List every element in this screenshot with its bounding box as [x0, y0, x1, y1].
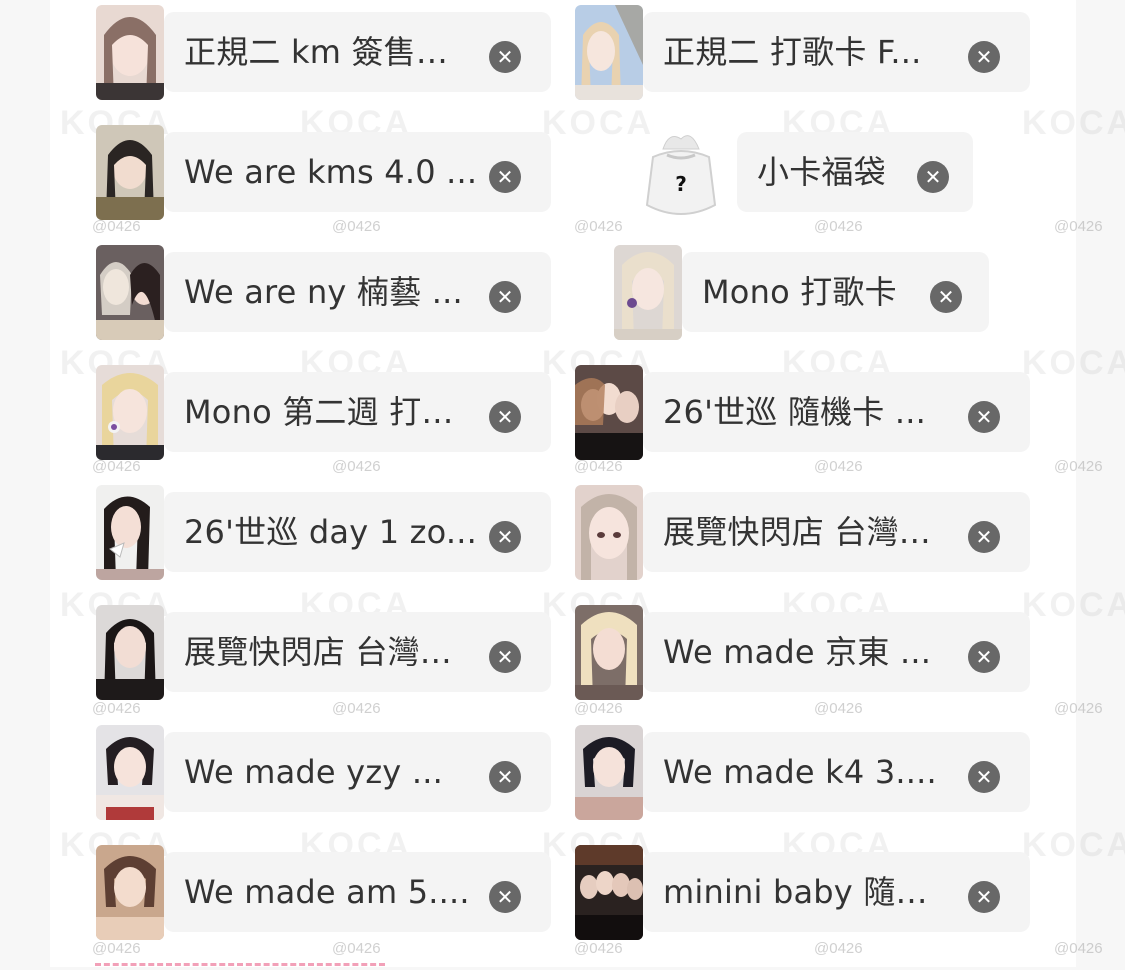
- remove-icon[interactable]: ✕: [968, 881, 1000, 913]
- card-title: 26'世巡 隨機卡 ...: [663, 393, 926, 431]
- card-chip[interactable]: 26'世巡 隨機卡 ... ✕: [575, 362, 1030, 460]
- remove-icon[interactable]: ✕: [489, 881, 521, 913]
- remove-icon[interactable]: ✕: [968, 41, 1000, 73]
- card-chip[interactable]: 正規二 km 簽售… ✕: [96, 2, 551, 100]
- card-title: 正規二 打歌卡 F...: [663, 33, 922, 71]
- card-pill: 正規二 打歌卡 F... ✕: [643, 12, 1030, 92]
- card-title: We are ny 楠藝 ...: [184, 273, 463, 311]
- remove-icon[interactable]: ✕: [968, 641, 1000, 673]
- card-chip[interactable]: We made 京東 ... ✕: [575, 602, 1030, 700]
- card-chip[interactable]: Mono 打歌卡 ✕: [614, 242, 989, 340]
- card-title: We made k4 3....: [663, 753, 937, 791]
- card-title: 26'世巡 day 1 zo...: [184, 513, 477, 551]
- card-pill: We made 京東 ... ✕: [643, 612, 1030, 692]
- card-pill: 展覽快閃店 台灣… ✕: [643, 492, 1030, 572]
- card-title: We made am 5....: [184, 873, 470, 911]
- card-title: We are kms 4.0 ...: [184, 153, 478, 191]
- card-chip[interactable]: We are ny 楠藝 ... ✕: [96, 242, 551, 340]
- remove-icon[interactable]: ✕: [489, 761, 521, 793]
- card-pill: We made k4 3.... ✕: [643, 732, 1030, 812]
- card-title: 展覽快閃店 台灣…: [663, 513, 931, 551]
- card-title: We made yzy ...: [184, 753, 443, 791]
- remove-icon[interactable]: ✕: [930, 281, 962, 313]
- card-thumbnail: [96, 485, 164, 580]
- remove-icon[interactable]: ✕: [968, 521, 1000, 553]
- card-title: Mono 第二週 打…: [184, 393, 454, 431]
- remove-icon[interactable]: ✕: [489, 401, 521, 433]
- card-pill: We made am 5.... ✕: [164, 852, 551, 932]
- card-pill: We are ny 楠藝 ... ✕: [164, 252, 551, 332]
- remove-icon[interactable]: ✕: [489, 161, 521, 193]
- card-chip[interactable]: 26'世巡 day 1 zo... ✕: [96, 482, 551, 580]
- card-pill: We made yzy ... ✕: [164, 732, 551, 812]
- card-title: 正規二 km 簽售…: [184, 33, 449, 71]
- card-thumbnail: [96, 5, 164, 100]
- card-thumbnail: [96, 845, 164, 940]
- card-chip[interactable]: 展覽快閃店 台灣… ✕: [96, 602, 551, 700]
- card-chip[interactable]: We made yzy ... ✕: [96, 722, 551, 820]
- card-title: We made 京東 ...: [663, 633, 932, 671]
- card-thumbnail: [575, 485, 643, 580]
- card-title: minini baby 隨…: [663, 873, 928, 911]
- card-thumbnail: [575, 365, 643, 460]
- lucky-bag-image: ?: [633, 127, 728, 222]
- card-chip[interactable]: Mono 第二週 打… ✕: [96, 362, 551, 460]
- card-chip[interactable]: We made k4 3.... ✕: [575, 722, 1030, 820]
- remove-icon[interactable]: ✕: [489, 521, 521, 553]
- question-mark: ?: [675, 172, 687, 196]
- card-pill: Mono 第二週 打… ✕: [164, 372, 551, 452]
- card-chip[interactable]: minini baby 隨… ✕: [575, 842, 1030, 940]
- remove-icon[interactable]: ✕: [968, 761, 1000, 793]
- card-thumbnail: [575, 725, 643, 820]
- card-thumbnail: [96, 725, 164, 820]
- card-pill: Mono 打歌卡 ✕: [682, 252, 989, 332]
- remove-icon[interactable]: ✕: [968, 401, 1000, 433]
- card-thumbnail: [575, 845, 643, 940]
- remove-icon[interactable]: ✕: [489, 641, 521, 673]
- card-pill: 展覽快閃店 台灣… ✕: [164, 612, 551, 692]
- card-thumbnail: [96, 245, 164, 340]
- card-thumbnail: [96, 125, 164, 220]
- card-pill: We are kms 4.0 ... ✕: [164, 132, 551, 212]
- card-title: 小卡福袋: [757, 153, 886, 191]
- remove-icon[interactable]: ✕: [917, 161, 949, 193]
- card-thumbnail: [575, 605, 643, 700]
- card-chip[interactable]: ? 小卡福袋 ✕: [633, 122, 973, 215]
- card-thumbnail: [614, 245, 682, 340]
- card-chip[interactable]: 展覽快閃店 台灣… ✕: [575, 482, 1030, 580]
- card-pill: 正規二 km 簽售… ✕: [164, 12, 551, 92]
- card-chip[interactable]: We made am 5.... ✕: [96, 842, 551, 940]
- card-chip[interactable]: 正規二 打歌卡 F... ✕: [575, 2, 1030, 100]
- card-thumbnail: [96, 605, 164, 700]
- card-thumbnail: [575, 5, 643, 100]
- remove-icon[interactable]: ✕: [489, 281, 521, 313]
- card-title: Mono 打歌卡: [702, 273, 897, 311]
- card-pill: minini baby 隨… ✕: [643, 852, 1030, 932]
- card-pill: 26'世巡 day 1 zo... ✕: [164, 492, 551, 572]
- card-thumbnail: [96, 365, 164, 460]
- card-pill: 小卡福袋 ✕: [737, 132, 973, 212]
- card-chip[interactable]: We are kms 4.0 ... ✕: [96, 122, 551, 220]
- card-pill: 26'世巡 隨機卡 ... ✕: [643, 372, 1030, 452]
- remove-icon[interactable]: ✕: [489, 41, 521, 73]
- card-title: 展覽快閃店 台灣…: [184, 633, 452, 671]
